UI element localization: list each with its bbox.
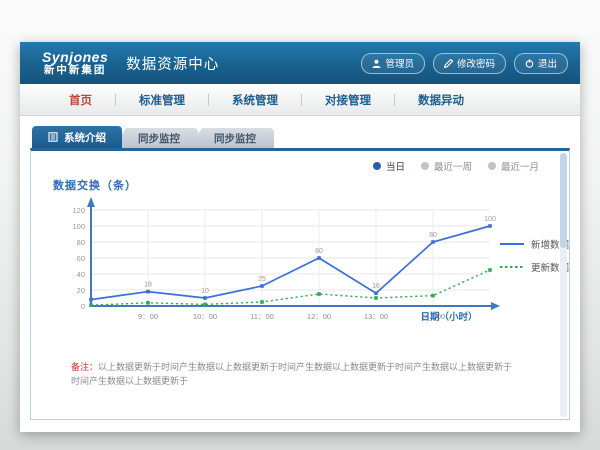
page-title: 数据资源中心 [126,53,219,74]
radio-label: 最近一月 [501,159,539,173]
tab-label: 同步监控 [214,131,256,146]
admin-button[interactable]: 管理员 [361,53,425,74]
filter-option-last-month[interactable]: 最近一月 [488,159,539,173]
svg-text:80: 80 [429,232,437,239]
radio-selected-icon [373,162,381,170]
document-icon [48,132,58,142]
svg-text:10: 10 [201,288,209,295]
nav-item-home[interactable]: 首页 [46,92,115,108]
svg-text:60: 60 [315,248,323,255]
power-icon [525,59,534,68]
tab-system-intro[interactable]: 系统介绍 [32,126,122,148]
x-axis-title: 日期（小时） [420,311,477,323]
svg-text:12：00: 12：00 [307,312,331,321]
svg-text:9：00: 9：00 [138,312,158,321]
panel-scrollbar[interactable] [560,153,567,417]
svg-text:16: 16 [372,283,380,290]
logo-text-cn: 新中新集团 [42,65,108,76]
tab-label: 同步监控 [138,131,180,146]
nav-item-data-change[interactable]: 数据异动 [395,92,487,108]
main-nav: 首页 标准管理 系统管理 对接管理 数据异动 [20,84,580,116]
filter-option-today[interactable]: 当日 [373,159,405,173]
time-range-filter: 当日 最近一周 最近一月 [373,159,539,173]
tab-label: 系统介绍 [64,130,106,145]
change-password-button[interactable]: 修改密码 [433,53,506,74]
logout-button-label: 退出 [538,56,557,70]
solid-line-swatch [499,240,525,248]
legend-item-new-data: 新增数据 [499,237,569,251]
svg-text:10：00: 10：00 [193,312,217,321]
nav-item-system-mgmt[interactable]: 系统管理 [209,92,301,108]
admin-button-label: 管理员 [385,56,414,70]
user-icon [372,59,381,68]
edit-icon [444,59,453,68]
svg-text:25: 25 [258,276,266,283]
change-password-button-label: 修改密码 [457,56,495,70]
radio-unselected-icon [488,162,496,170]
filter-option-last-week[interactable]: 最近一周 [421,159,472,173]
legend-item-updated-data: 更新数据 [499,260,569,274]
svg-text:40: 40 [77,270,85,279]
tab-bar: 系统介绍 同步监控 同步监控 [32,126,274,148]
svg-text:0: 0 [81,302,85,311]
svg-text:13：00: 13：00 [364,312,388,321]
line-chart: 0 20 40 60 80 100 120 9：00 10：00 11：00 12：00 13：00 1… [46,191,506,331]
app-window: Synjones 新中新集团 数据资源中心 管理员 修改密码 退出 首页 标准管… [20,42,580,432]
svg-text:120: 120 [72,206,85,215]
scrollbar-thumb[interactable] [560,153,567,248]
content-panel: 当日 最近一周 最近一月 数据交换（条） 0204060801001209：00… [30,148,570,420]
svg-text:100: 100 [484,216,496,223]
tab-sync-monitor-2[interactable]: 同步监控 [188,128,274,148]
radio-label: 当日 [386,159,405,173]
svg-text:60: 60 [77,254,85,263]
radio-unselected-icon [421,162,429,170]
dotted-line-swatch [499,263,525,271]
svg-text:18: 18 [144,282,152,289]
logo: Synjones 新中新集团 [42,50,108,76]
radio-label: 最近一周 [434,159,472,173]
nav-item-standard-mgmt[interactable]: 标准管理 [116,92,208,108]
user-area: 管理员 修改密码 退出 [361,53,568,74]
svg-text:11：00: 11：00 [250,312,274,321]
logout-button[interactable]: 退出 [514,53,568,74]
footnote-prefix: 备注： [71,362,98,372]
footnote-text: 以上数据更新于时间产生数据以上数据更新于时间产生数据以上数据更新于时间产生数据以… [71,362,512,386]
footnote: 备注：以上数据更新于时间产生数据以上数据更新于时间产生数据以上数据更新于时间产生… [71,361,517,388]
logo-text-en: Synjones [42,50,108,65]
svg-text:20: 20 [77,286,85,295]
nav-item-interface-mgmt[interactable]: 对接管理 [302,92,394,108]
chart-legend: 新增数据 更新数据 [499,237,569,274]
svg-text:80: 80 [77,238,85,247]
svg-text:100: 100 [72,222,85,231]
app-header: Synjones 新中新集团 数据资源中心 管理员 修改密码 退出 [20,42,580,84]
tab-sync-monitor-1[interactable]: 同步监控 [112,128,198,148]
